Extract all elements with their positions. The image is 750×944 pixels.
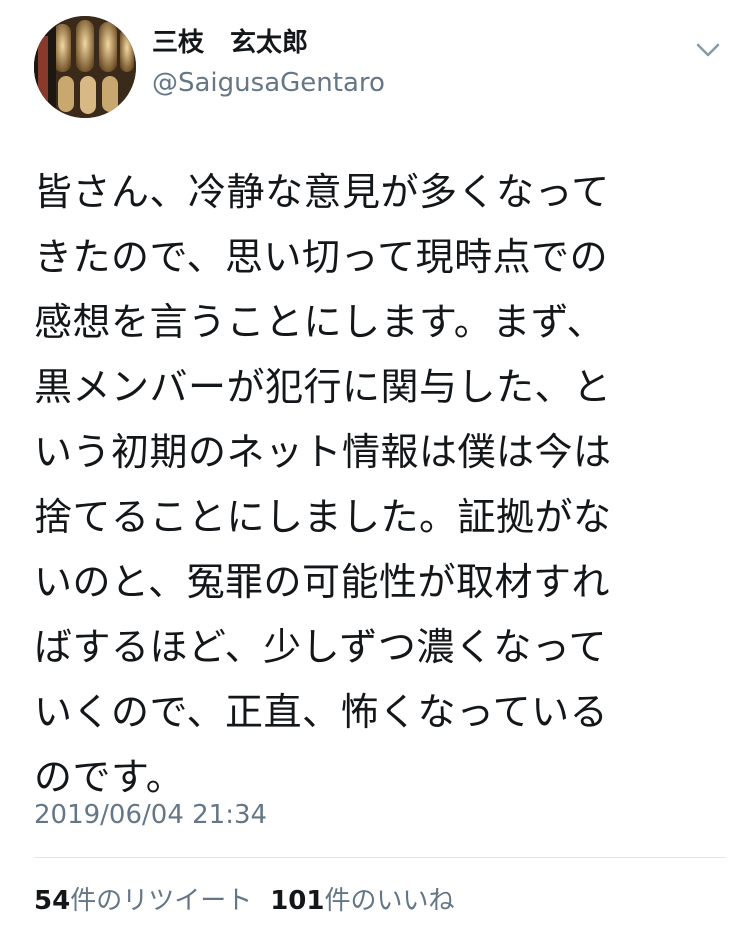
tweet-timestamp[interactable]: 2019/06/04 21:34 bbox=[34, 798, 267, 832]
avatar[interactable] bbox=[34, 16, 136, 118]
retweets-stat[interactable]: 54件のリツイート bbox=[34, 884, 252, 918]
retweets-count: 54 bbox=[34, 886, 71, 916]
tweet-text-line: いくので、正直、怖くなっている bbox=[34, 690, 609, 734]
tweet-text-line: いのと、冤罪の可能性が取材すれ bbox=[34, 560, 610, 604]
engagement-stats: 54件のリツイート 101件のいいね bbox=[34, 884, 473, 918]
tweet-text-line: 感想を言うことにします。まず、 bbox=[34, 300, 606, 344]
tweet-text: 皆さん、冷静な意見が多くなって きたので、思い切って現時点での 感想を言うことに… bbox=[34, 160, 724, 810]
chevron-down-icon-svg bbox=[696, 43, 720, 57]
tweet-text-line: 皆さん、冷静な意見が多くなって bbox=[34, 170, 610, 214]
tweet-text-line: きたので、思い切って現時点での bbox=[34, 235, 609, 279]
tweet-card: 三枝 玄太郎 @SaigusaGentaro 皆さん、冷静な意見が多くなって き… bbox=[0, 0, 750, 944]
chevron-down-icon[interactable] bbox=[690, 36, 726, 64]
tweet-text-line: いう初期のネット情報は僕は今は bbox=[34, 430, 612, 474]
likes-count: 101 bbox=[270, 886, 325, 916]
likes-label: 件のいいね bbox=[324, 886, 455, 916]
tweet-text-line: ばするほど、少しずつ濃くなって bbox=[34, 625, 607, 669]
divider bbox=[34, 857, 726, 858]
retweets-label: 件のリツイート bbox=[70, 886, 253, 916]
tweet-text-line: 黒メンバーが犯行に関与した、と bbox=[34, 365, 612, 409]
tweet-text-line: 捨てることにしました。証拠がな bbox=[34, 495, 612, 539]
avatar-image bbox=[34, 16, 136, 118]
likes-stat[interactable]: 101件のいいね bbox=[270, 884, 454, 918]
author-display-name[interactable]: 三枝 玄太郎 bbox=[152, 26, 308, 60]
author-handle[interactable]: @SaigusaGentaro bbox=[152, 66, 385, 100]
